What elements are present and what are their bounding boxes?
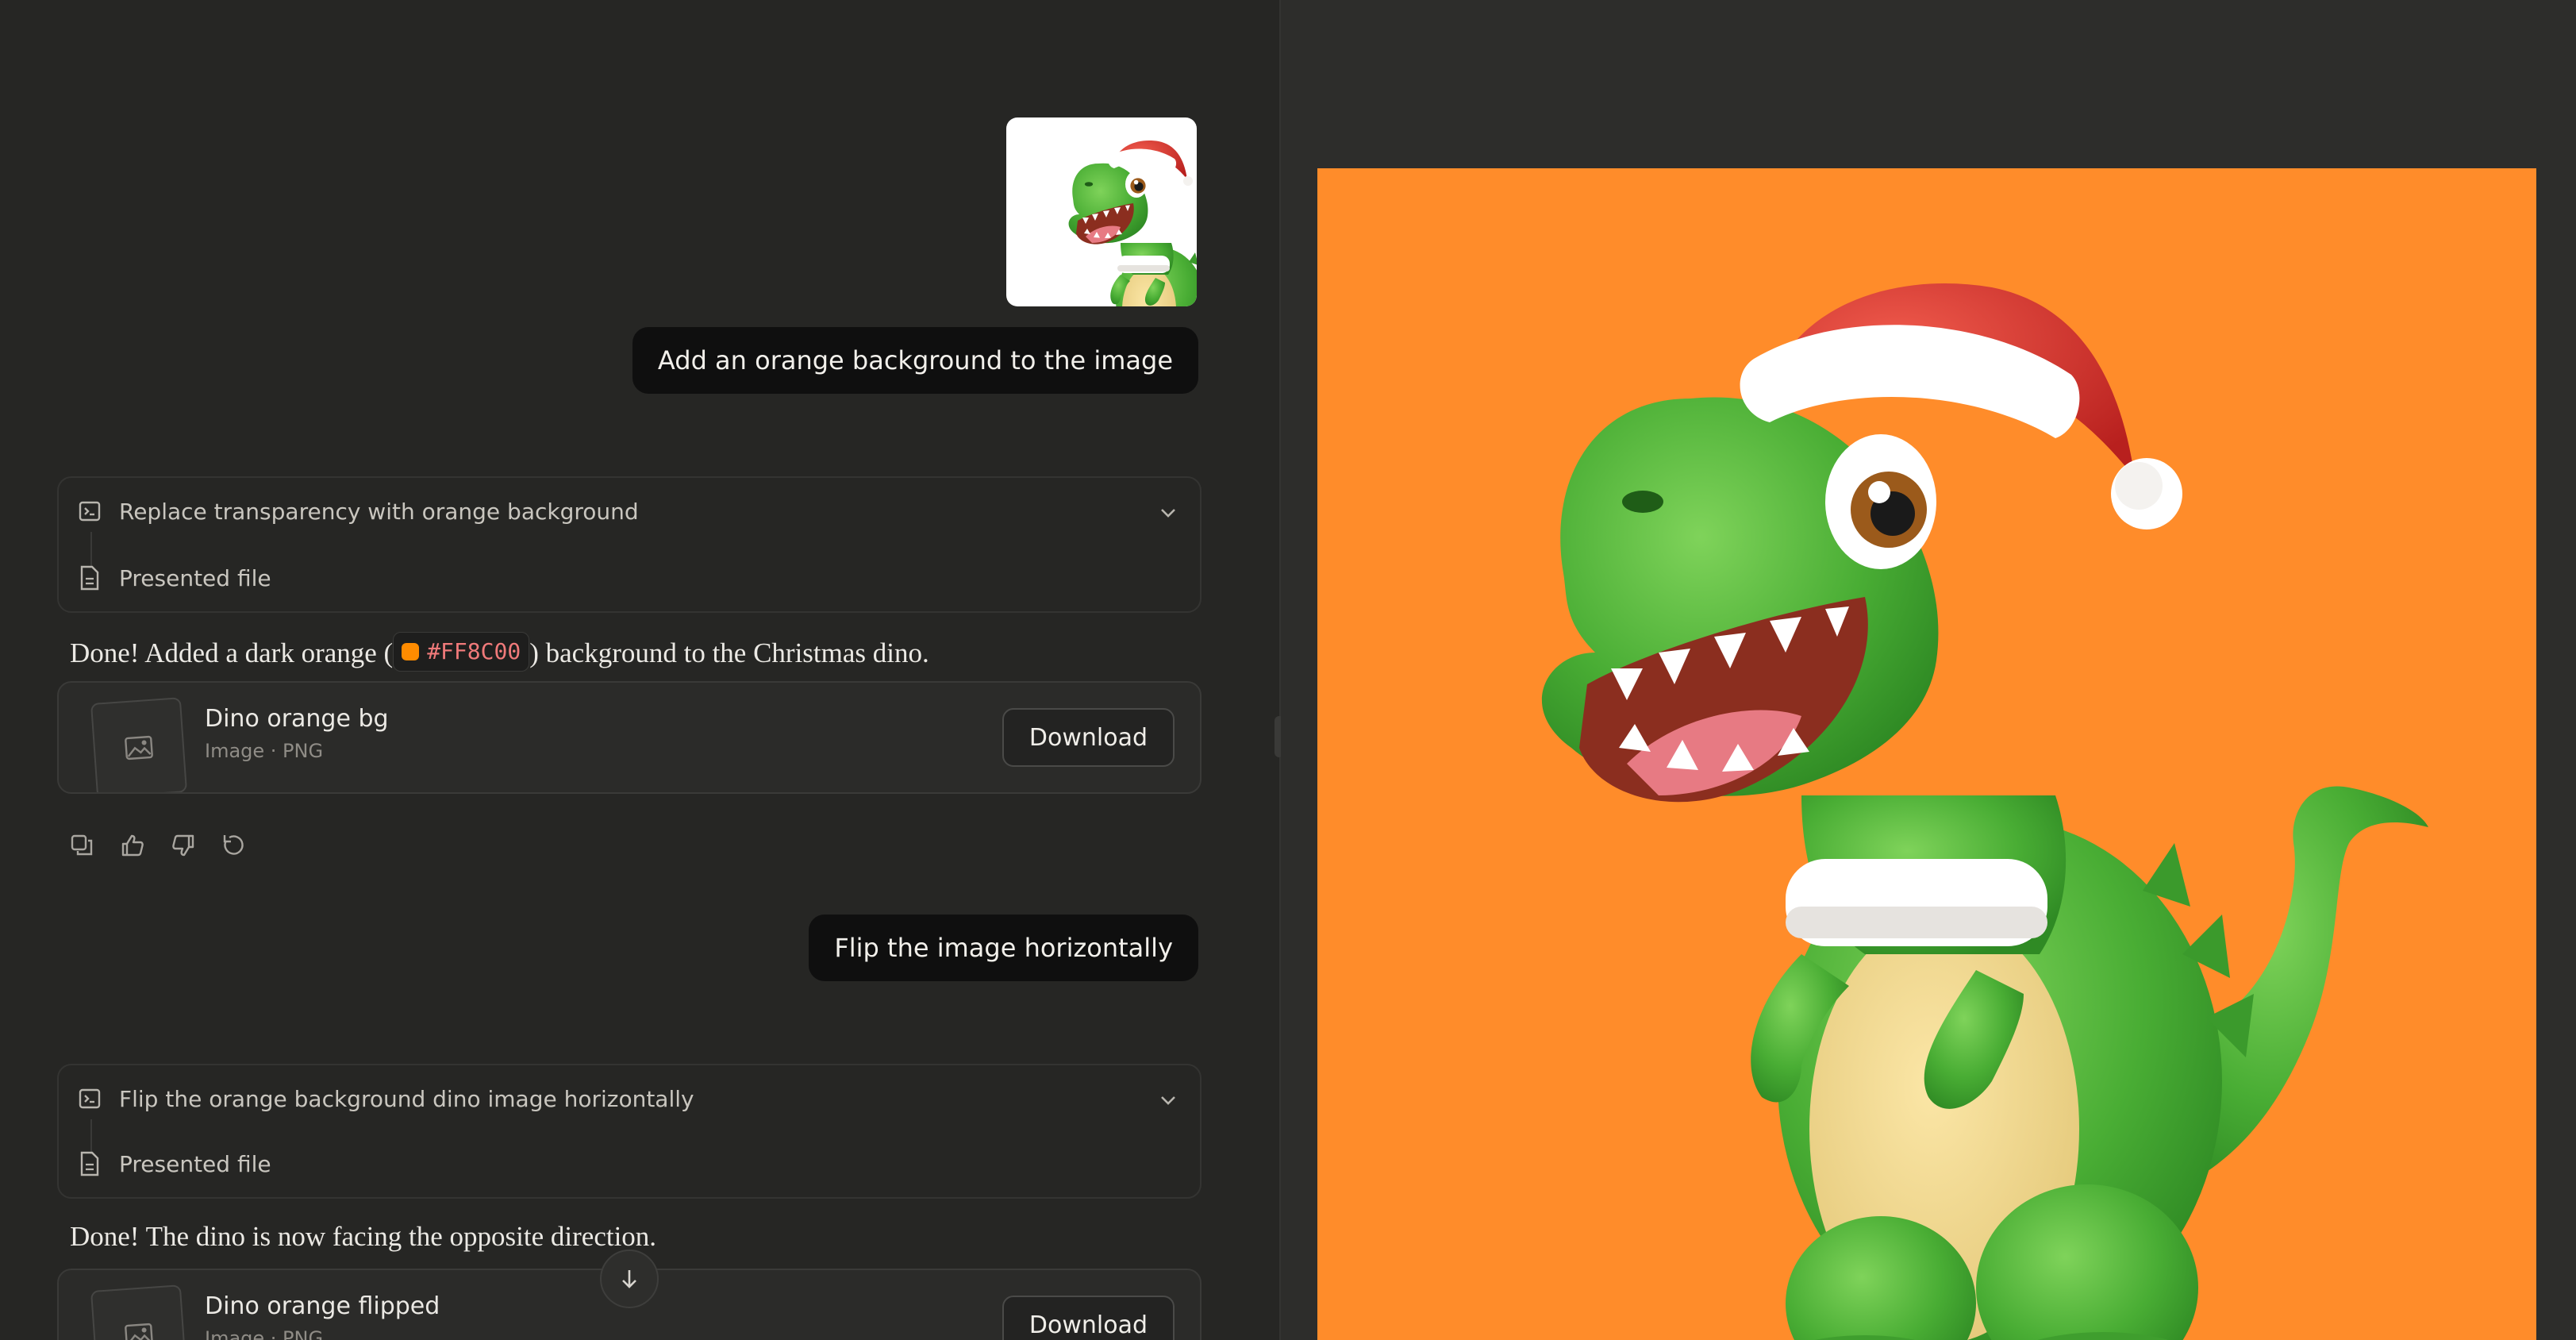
tool-call-block: Flip the orange background dino image ho…: [57, 1064, 1201, 1199]
arrow-down-icon: [622, 1270, 636, 1288]
tool-call-title: Flip the orange background dino image ho…: [119, 1085, 694, 1112]
dino-preview-illustration: [1317, 168, 2536, 1340]
dino-thumbnail-illustration: [1068, 141, 1197, 306]
attached-image-thumbnail[interactable]: [1006, 117, 1197, 306]
document-icon: [78, 565, 102, 591]
user-message-bubble: Flip the image horizontally: [809, 915, 1198, 981]
chevron-down-icon[interactable]: [1155, 500, 1181, 526]
user-message-text: Add an orange background to the image: [657, 345, 1173, 375]
terminal-icon: [78, 1087, 102, 1111]
message-actions: [67, 830, 249, 861]
file-name: Dino orange flipped: [205, 1292, 440, 1320]
tool-call-header[interactable]: Replace transparency with orange backgro…: [78, 495, 639, 527]
file-meta: Image · PNG: [205, 1327, 324, 1340]
thumbs-down-icon[interactable]: [168, 830, 198, 861]
tool-call-title: Replace transparency with orange backgro…: [119, 498, 639, 525]
terminal-icon: [78, 499, 102, 523]
chat-panel: Add an orange background to the image Re…: [0, 0, 1279, 1340]
image-preview: [1317, 168, 2536, 1340]
reply-text-before: Done! Added a dark orange (: [70, 637, 394, 668]
file-card[interactable]: Dino orange bg Image · PNG Download: [57, 681, 1201, 794]
retry-icon[interactable]: [219, 830, 249, 861]
assistant-reply: Done! Added a dark orange ( #FF8C00 ) back…: [70, 632, 929, 672]
tool-result-label: Presented file: [119, 1150, 271, 1177]
color-code-chip: #FF8C00: [393, 632, 530, 672]
document-icon: [78, 1151, 102, 1176]
tool-call-result: Presented file: [78, 562, 271, 594]
chevron-down-icon[interactable]: [1155, 1088, 1181, 1113]
tool-call-block: Replace transparency with orange backgro…: [57, 476, 1201, 613]
copy-icon[interactable]: [67, 830, 97, 861]
file-thumbnail: [90, 697, 188, 792]
user-message-bubble: Add an orange background to the image: [632, 327, 1198, 394]
color-code-text: #FF8C00: [427, 638, 521, 664]
image-icon: [125, 735, 153, 760]
file-meta: Image · PNG: [205, 740, 324, 762]
reply-text-after: ) background to the Christmas dino.: [529, 637, 929, 668]
user-message-text: Flip the image horizontally: [834, 933, 1173, 963]
tool-call-header[interactable]: Flip the orange background dino image ho…: [78, 1083, 694, 1115]
file-name: Dino orange bg: [205, 705, 389, 733]
download-button[interactable]: Download: [1002, 1296, 1175, 1340]
color-swatch: [402, 643, 420, 660]
image-icon: [125, 1323, 153, 1340]
tool-call-result: Presented file: [78, 1148, 271, 1180]
thumbs-up-icon[interactable]: [117, 830, 148, 861]
file-thumbnail: [90, 1284, 188, 1340]
reply-text: Done! The dino is now facing the opposit…: [70, 1221, 657, 1252]
assistant-reply: Done! The dino is now facing the opposit…: [70, 1219, 656, 1254]
scroll-to-bottom-button[interactable]: [600, 1250, 659, 1308]
tool-result-label: Presented file: [119, 564, 271, 591]
download-button[interactable]: Download: [1002, 708, 1175, 767]
